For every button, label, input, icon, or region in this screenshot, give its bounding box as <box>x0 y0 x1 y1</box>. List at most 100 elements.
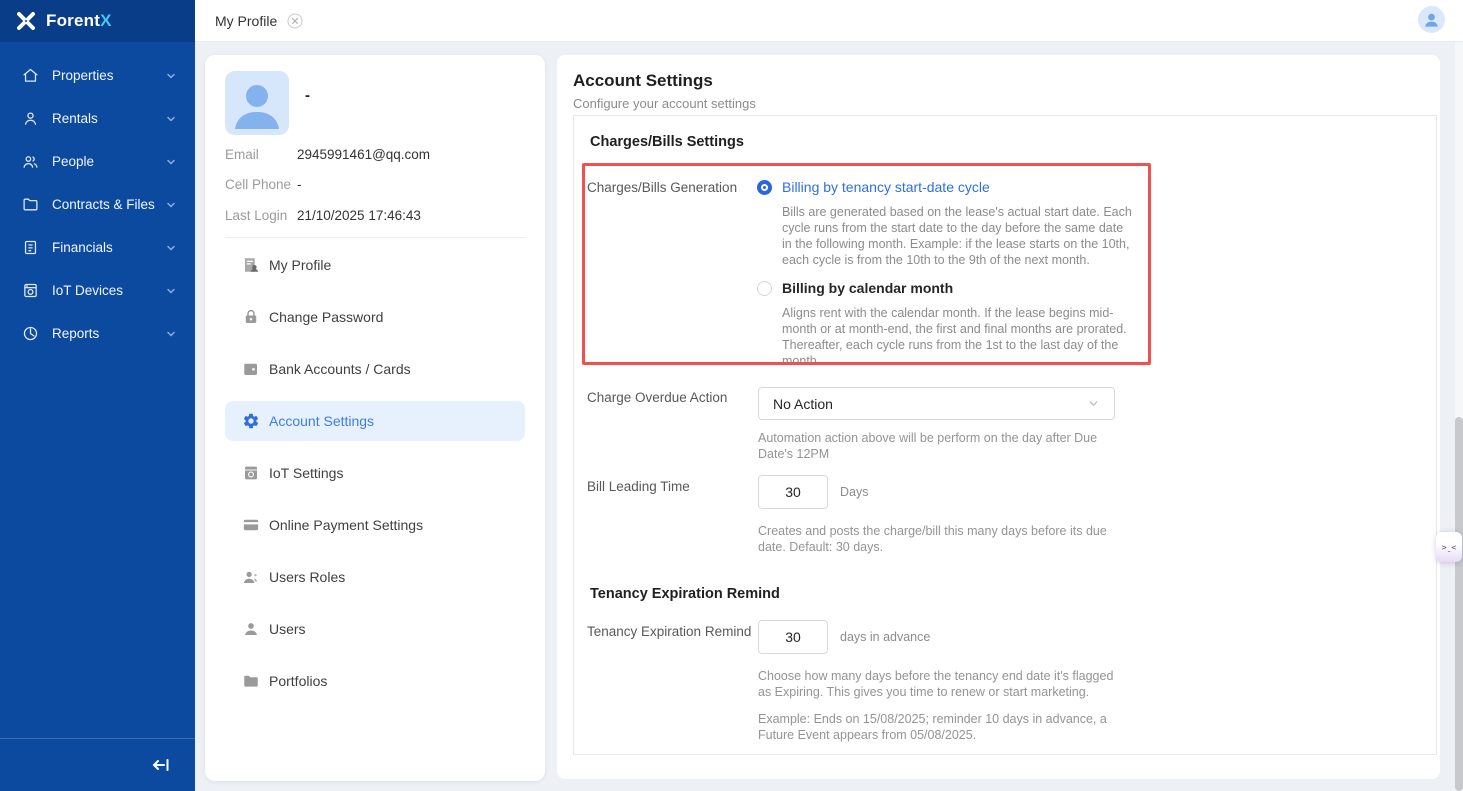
charge-overdue-help: Automation action above will be perform … <box>758 430 1120 462</box>
menu-item-label: My Profile <box>269 257 331 273</box>
settings-scroll-area: Charges/Bills Settings Charges/Bills Gen… <box>573 115 1437 755</box>
cell-phone-value: - <box>297 177 302 192</box>
chevron-down-icon <box>165 285 177 297</box>
last-login-label: Last Login <box>225 208 287 223</box>
days-in-advance-unit-label: days in advance <box>840 630 930 644</box>
tenancy-expiration-remind-heading: Tenancy Expiration Remind <box>590 586 780 602</box>
tab-label: My Profile <box>215 13 277 29</box>
credit-card-icon <box>242 516 260 534</box>
chevron-down-icon <box>165 242 177 254</box>
lock-icon <box>242 308 260 326</box>
wallet-icon <box>242 360 260 378</box>
sidebar-item-label: Financials <box>52 240 165 255</box>
last-login-value: 21/10/2025 17:46:43 <box>297 208 421 223</box>
chevron-down-icon <box>165 113 177 125</box>
radio-billing-by-tenancy-start-date[interactable] <box>757 180 772 195</box>
user-avatar[interactable] <box>1418 6 1445 33</box>
logo-text: Forent <box>46 11 100 31</box>
chevron-down-icon <box>165 199 177 211</box>
charge-overdue-action-label: Charge Overdue Action <box>587 390 727 405</box>
user-icon <box>242 620 260 638</box>
user-avatar-icon <box>1422 10 1441 29</box>
days-unit-label: Days <box>840 485 868 499</box>
tenancy-expiration-remind-label: Tenancy Expiration Remind <box>587 624 751 639</box>
profile-avatar <box>225 71 289 135</box>
sidebar-logo: ForentX <box>0 0 195 42</box>
charges-bills-generation-label: Charges/Bills Generation <box>587 180 737 195</box>
tenancy-expiration-remind-help: Choose how many days before the tenancy … <box>758 668 1120 700</box>
sidebar-item-label: Rentals <box>52 111 165 126</box>
sidebar-item-label: People <box>52 154 165 169</box>
radio-label-calendar-month[interactable]: Billing by calendar month <box>782 280 953 296</box>
selected-value: No Action <box>773 396 1087 412</box>
menu-item-users[interactable]: Users <box>225 609 525 649</box>
home-icon <box>22 67 39 84</box>
pie-chart-icon <box>22 325 39 342</box>
menu-item-my-profile[interactable]: My Profile <box>225 245 525 285</box>
profile-card: - Email 2945991461@qq.com Cell Phone - L… <box>205 55 545 781</box>
chevron-down-icon <box>165 70 177 82</box>
profile-name: - <box>305 87 310 104</box>
menu-item-change-password[interactable]: Change Password <box>225 297 525 337</box>
calendar-month-description: Aligns rent with the calendar month. If … <box>782 305 1132 369</box>
radio-label-tenancy-start-date[interactable]: Billing by tenancy start-date cycle <box>782 179 990 195</box>
sidebar-item-rentals[interactable]: Rentals <box>0 97 195 140</box>
sidebar-item-label: IoT Devices <box>52 283 165 298</box>
sidebar: ForentX Properties Rentals People Contra… <box>0 0 195 791</box>
menu-item-bank-accounts-cards[interactable]: Bank Accounts / Cards <box>225 349 525 389</box>
document-icon <box>22 239 39 256</box>
people-icon <box>22 153 39 170</box>
menu-item-iot-settings[interactable]: IoT Settings <box>225 453 525 493</box>
collapse-sidebar-icon[interactable] <box>151 755 171 775</box>
folder-icon <box>22 196 39 213</box>
topbar: My Profile <box>195 0 1463 42</box>
iot-settings-icon <box>242 464 260 482</box>
portfolio-folder-icon <box>242 672 260 690</box>
email-value: 2945991461@qq.com <box>297 147 430 162</box>
email-label: Email <box>225 147 259 162</box>
tab-close-icon[interactable] <box>287 13 303 29</box>
charge-overdue-action-select[interactable]: No Action <box>758 387 1115 420</box>
menu-item-online-payment-settings[interactable]: Online Payment Settings <box>225 505 525 545</box>
person-icon <box>22 110 39 127</box>
menu-item-label: Users Roles <box>269 569 345 585</box>
chevron-down-icon <box>165 156 177 168</box>
logo-accent: X <box>100 11 111 31</box>
chevron-down-icon <box>165 328 177 340</box>
sidebar-item-people[interactable]: People <box>0 140 195 183</box>
floating-console-widget[interactable]: >ˍ< <box>1436 532 1462 562</box>
page-subtitle: Configure your account settings <box>573 96 756 111</box>
sidebar-item-reports[interactable]: Reports <box>0 312 195 355</box>
forentx-logo-icon <box>14 9 38 33</box>
menu-item-label: IoT Settings <box>269 465 343 481</box>
sidebar-nav: Properties Rentals People Contracts & Fi… <box>0 42 195 355</box>
menu-item-account-settings[interactable]: Account Settings <box>225 401 525 441</box>
page-scrollbar-thumb[interactable] <box>1455 417 1463 791</box>
sidebar-item-financials[interactable]: Financials <box>0 226 195 269</box>
sidebar-item-properties[interactable]: Properties <box>0 54 195 97</box>
tenancy-expiration-remind-example: Example: Ends on 15/08/2025; reminder 10… <box>758 711 1120 743</box>
tenancy-start-date-description: Bills are generated based on the lease's… <box>782 204 1132 268</box>
divider <box>225 237 525 238</box>
menu-item-users-roles[interactable]: Users Roles <box>225 557 525 597</box>
iot-device-icon <box>22 282 39 299</box>
sidebar-item-label: Properties <box>52 68 165 83</box>
charges-bills-settings-heading: Charges/Bills Settings <box>590 134 744 150</box>
sidebar-item-label: Contracts & Files <box>52 197 165 212</box>
menu-item-label: Bank Accounts / Cards <box>269 361 411 377</box>
tenancy-expiration-remind-input[interactable] <box>758 620 828 654</box>
sidebar-item-contracts-files[interactable]: Contracts & Files <box>0 183 195 226</box>
page-title: Account Settings <box>573 71 713 91</box>
sidebar-footer <box>0 738 195 791</box>
menu-item-label: Account Settings <box>269 413 374 429</box>
radio-billing-by-calendar-month[interactable] <box>757 281 772 296</box>
bill-leading-time-input[interactable] <box>758 475 828 509</box>
profile-avatar-icon <box>225 71 289 135</box>
sidebar-item-label: Reports <box>52 326 165 341</box>
sidebar-item-iot-devices[interactable]: IoT Devices <box>0 269 195 312</box>
menu-item-portfolios[interactable]: Portfolios <box>225 661 525 701</box>
tab-my-profile[interactable]: My Profile <box>215 13 303 29</box>
gear-icon <box>242 412 260 430</box>
menu-item-label: Online Payment Settings <box>269 517 423 533</box>
bill-leading-time-label: Bill Leading Time <box>587 479 690 494</box>
